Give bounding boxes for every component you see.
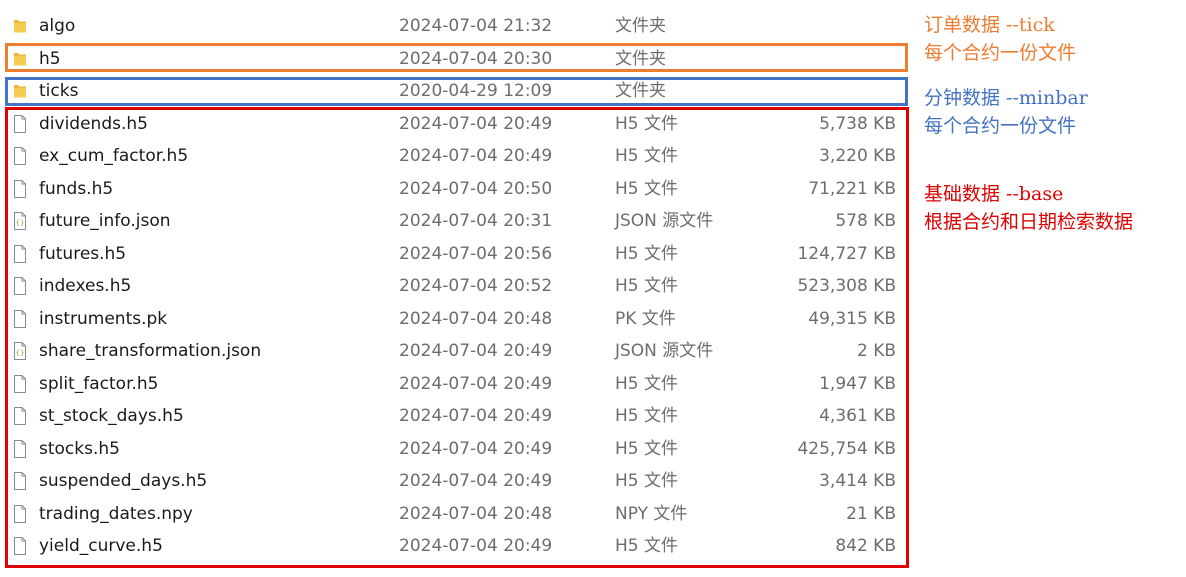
file-type: 文件夹 [615, 16, 666, 36]
folder-icon [13, 17, 27, 35]
file-name: algo [39, 16, 76, 36]
annotation-tick-line1: 订单数据 --tick [924, 14, 1055, 36]
file-modified-date: 2024-07-04 21:32 [399, 16, 553, 36]
file-row[interactable]: algo 2024-07-04 21:32 文件夹 [0, 10, 910, 43]
annotation-base: 基础数据 --base 根据合约和日期检索数据 [924, 180, 1133, 236]
annotation-minbar: 分钟数据 --minbar 每个合约一份文件 [924, 84, 1088, 140]
annotation-minbar-line2: 每个合约一份文件 [924, 115, 1077, 137]
annotation-base-line2: 根据合约和日期检索数据 [924, 211, 1134, 233]
highlight-box-base [5, 107, 909, 568]
annotation-minbar-line1: 分钟数据 --minbar [924, 87, 1088, 109]
highlight-box-tick [5, 43, 908, 72]
annotation-base-line1: 基础数据 --base [924, 183, 1064, 205]
annotation-tick-line2: 每个合约一份文件 [924, 42, 1077, 64]
highlight-box-minbar [5, 77, 908, 106]
annotation-tick: 订单数据 --tick 每个合约一份文件 [924, 11, 1076, 67]
